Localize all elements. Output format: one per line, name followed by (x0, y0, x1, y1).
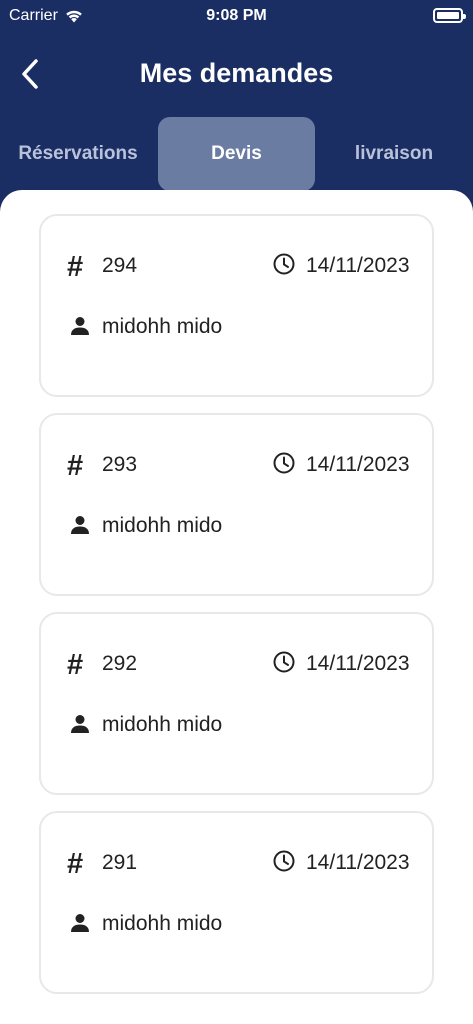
battery-icon (433, 8, 466, 23)
request-date: 14/11/2023 (306, 851, 410, 874)
header: Mes demandes (0, 50, 473, 100)
request-date: 14/11/2023 (306, 652, 410, 675)
person-icon (71, 317, 89, 335)
clock-icon (273, 850, 295, 872)
clock-icon (273, 452, 295, 474)
request-card[interactable]: # 292 14/11/2023 midohh mido (39, 612, 434, 795)
clock-icon (273, 651, 295, 673)
clock-icon (273, 253, 295, 275)
request-list: # 294 14/11/2023 midohh mido # 293 14/11… (0, 190, 473, 1024)
tab-devis[interactable]: Devis (158, 117, 315, 191)
hash-icon: # (67, 848, 84, 880)
screen: Carrier 9:08 PM Mes demandes Réservation… (0, 0, 473, 1024)
person-icon (71, 715, 89, 733)
request-card[interactable]: # 294 14/11/2023 midohh mido (39, 214, 434, 397)
request-number: 294 (102, 254, 138, 277)
status-time: 9:08 PM (206, 7, 267, 24)
request-date: 14/11/2023 (306, 453, 410, 476)
request-number: 293 (102, 453, 138, 476)
tab-bar: Réservations Devis livraison (0, 117, 473, 191)
hash-icon: # (67, 649, 84, 681)
hash-icon: # (67, 450, 84, 482)
tab-reservations[interactable]: Réservations (8, 117, 148, 191)
person-icon (71, 914, 89, 932)
request-card[interactable]: # 293 14/11/2023 midohh mido (39, 413, 434, 596)
person-icon (71, 516, 89, 534)
status-bar: Carrier 9:08 PM (0, 0, 473, 34)
client-name: midohh mido (102, 713, 223, 736)
request-number: 292 (102, 652, 138, 675)
client-name: midohh mido (102, 912, 223, 935)
client-name: midohh mido (102, 315, 223, 338)
request-number: 291 (102, 851, 138, 874)
client-name: midohh mido (102, 514, 223, 537)
request-card[interactable]: # 291 14/11/2023 midohh mido (39, 811, 434, 994)
page-title: Mes demandes (139, 58, 334, 88)
request-date: 14/11/2023 (306, 254, 410, 277)
hash-icon: # (67, 251, 84, 283)
tab-livraison[interactable]: livraison (330, 117, 458, 191)
